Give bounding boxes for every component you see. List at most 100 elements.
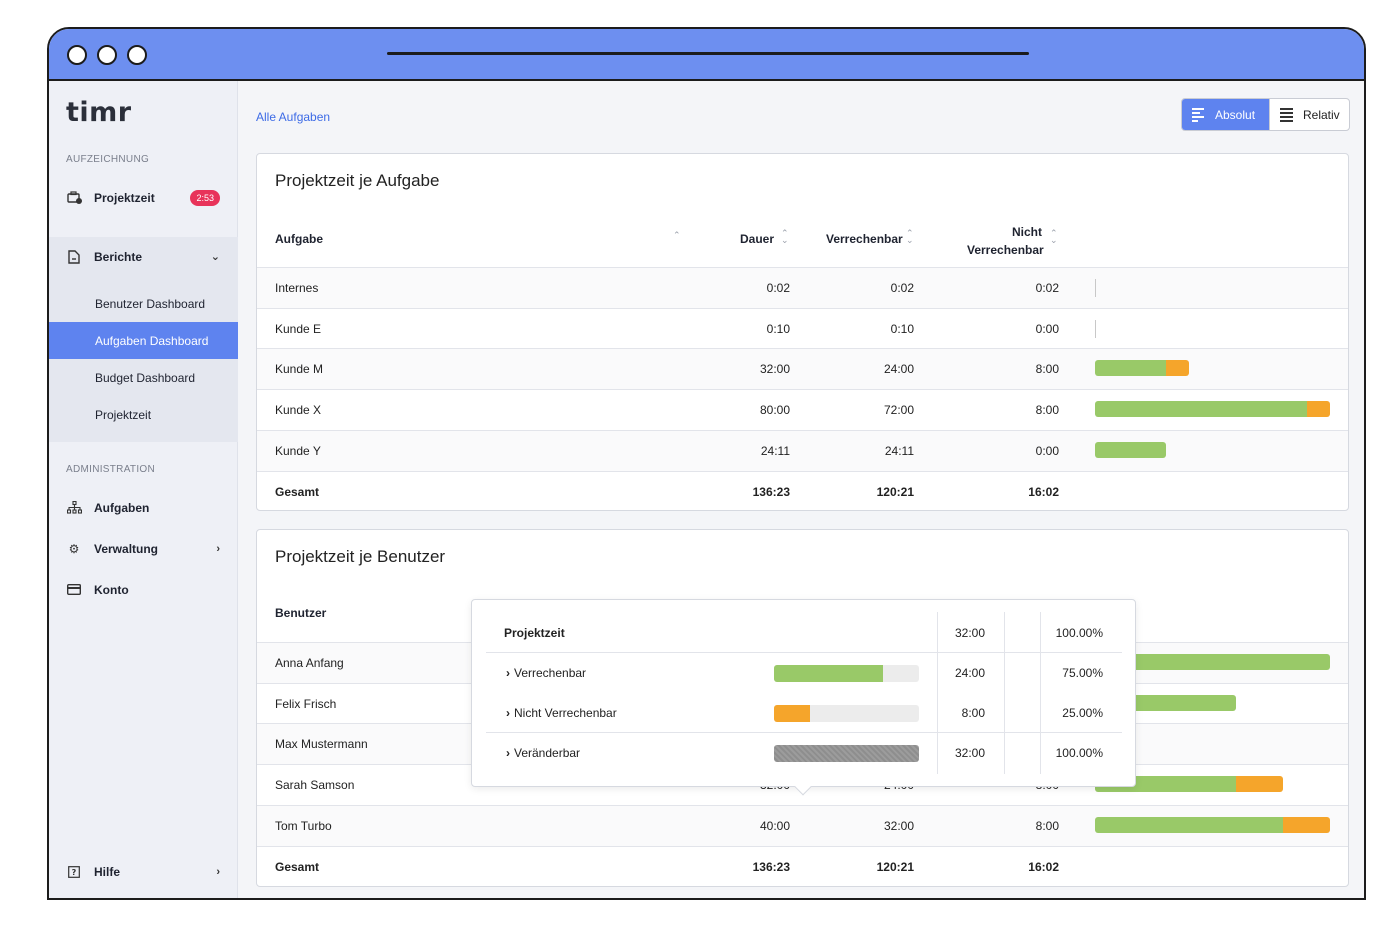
- popover-header-percent: 100.00%: [1055, 626, 1103, 640]
- popover-row-percent: 75.00%: [1062, 666, 1103, 680]
- toggle-relativ-button[interactable]: Relativ: [1269, 99, 1349, 130]
- popover-row-time: 32:00: [954, 746, 985, 760]
- row-dauer: 0:02: [766, 281, 790, 295]
- align-left-icon: [1192, 106, 1206, 124]
- sidebar-subitem-benutzer-dashboard[interactable]: Benutzer Dashboard: [49, 285, 238, 322]
- popover-row-text: Verrechenbar: [514, 666, 587, 680]
- sidebar-subitem-aufgaben-dashboard[interactable]: Aufgaben Dashboard: [49, 322, 238, 359]
- section-label-recording: AUFZEICHNUNG: [66, 154, 150, 165]
- nonbillable-segment: [1283, 816, 1330, 833]
- row-verrechenbar: 72:00: [883, 403, 914, 418]
- sidebar: timr AUFZEICHNUNG Projektzeit 2:53 Beric…: [49, 81, 238, 898]
- popover-row-bar: [774, 665, 919, 682]
- row-name: Kunde M: [275, 362, 324, 377]
- billable-segment: [1095, 441, 1167, 458]
- sidebar-item-hilfe[interactable]: ? Hilfe ›: [49, 853, 238, 890]
- row-name: Gesamt: [275, 484, 320, 499]
- duration-bar: [1095, 360, 1189, 377]
- popover-header-row: Projektzeit 32:00 100.00%: [486, 613, 1122, 653]
- nonbillable-segment: [1306, 401, 1330, 418]
- address-bar[interactable]: [387, 52, 1029, 55]
- sidebar-item-aufgaben[interactable]: Aufgaben: [49, 489, 238, 526]
- sort-asc-icon[interactable]: ⌃: [673, 231, 681, 240]
- table-row[interactable]: Kunde Y 24:11 24:11 0:00: [257, 429, 1348, 471]
- table-row[interactable]: Tom Turbo 40:00 32:00 8:00: [257, 804, 1348, 846]
- view-toggle: Absolut Relativ: [1181, 98, 1350, 131]
- popover-row[interactable]: › Veränderbar 32:00 100.00%: [486, 733, 1122, 773]
- popover-row-label: › Veränderbar: [506, 746, 580, 760]
- popover-row-bar: [774, 745, 919, 762]
- window-maximize-dot[interactable]: [127, 45, 147, 65]
- sidebar-item-konto[interactable]: Konto: [49, 571, 238, 608]
- billable-segment: [1095, 816, 1283, 833]
- logo[interactable]: timr: [66, 97, 132, 128]
- browser-window: timr AUFZEICHNUNG Projektzeit 2:53 Beric…: [47, 27, 1366, 900]
- duration-bar: [1095, 816, 1330, 833]
- popover-row-bar-fill: [774, 745, 919, 762]
- credit-card-icon: [66, 582, 82, 598]
- document-icon: [66, 249, 82, 265]
- table-row[interactable]: Kunde M 32:00 24:00 8:00: [257, 348, 1348, 390]
- hierarchy-icon: [66, 500, 82, 516]
- row-name: Kunde E: [275, 321, 322, 336]
- popover-row-bar: [774, 705, 919, 722]
- row-dauer: 0:10: [766, 321, 790, 336]
- column-header-aufgabe[interactable]: Aufgabe: [275, 232, 323, 246]
- row-name: Internes: [275, 281, 319, 295]
- column-header-nicht-verrechenbar[interactable]: Nicht Verrechenbar: [967, 223, 1044, 259]
- column-header-benutzer[interactable]: Benutzer: [275, 606, 326, 620]
- duration-bar: [1095, 319, 1096, 338]
- window-close-dot[interactable]: [67, 45, 87, 65]
- duration-bar: [1095, 441, 1167, 458]
- table-row[interactable]: Internes 0:02 0:02 0:02: [257, 267, 1348, 308]
- popover-row-percent: 25.00%: [1062, 706, 1103, 720]
- row-dauer: 136:23: [752, 484, 790, 499]
- svg-text:?: ?: [72, 868, 77, 877]
- toggle-relativ-label: Relativ: [1303, 107, 1340, 122]
- row-nicht-verrechenbar: 0:00: [1035, 321, 1059, 336]
- popover-row-time: 8:00: [961, 706, 985, 720]
- column-header-line: Nicht: [1012, 225, 1042, 239]
- row-nicht-verrechenbar: 16:02: [1028, 484, 1059, 499]
- row-name: Kunde X: [275, 403, 322, 418]
- popover-row[interactable]: › Nicht Verrechenbar 8:00 25.00%: [486, 693, 1122, 733]
- logo-text: timr: [66, 97, 132, 128]
- gear-icon: ⚙: [68, 541, 80, 556]
- window-minimize-dot[interactable]: [97, 45, 117, 65]
- row-dauer: 136:23: [752, 859, 790, 874]
- sidebar-item-berichte[interactable]: Berichte ⌄: [49, 238, 238, 275]
- row-name: Max Mustermann: [275, 737, 368, 752]
- sort-icon[interactable]: ⌃ ⌄: [906, 229, 914, 245]
- breadcrumb-alle-aufgaben[interactable]: Alle Aufgaben: [256, 110, 330, 124]
- column-header-dauer[interactable]: Dauer: [740, 232, 774, 246]
- duration-bar: [1095, 401, 1330, 418]
- row-nicht-verrechenbar: 8:00: [1035, 818, 1059, 833]
- sort-icon[interactable]: ⌃ ⌄: [781, 229, 789, 245]
- chevron-right-icon: ›: [506, 706, 510, 720]
- help-icon: ?: [66, 864, 82, 880]
- sidebar-item-projektzeit[interactable]: Projektzeit 2:53: [49, 179, 238, 216]
- sidebar-subitem-budget-dashboard[interactable]: Budget Dashboard: [49, 359, 238, 396]
- popover-row-text: Veränderbar: [514, 746, 581, 760]
- sort-icon[interactable]: ⌃ ⌄: [1050, 229, 1058, 245]
- table-row[interactable]: Kunde X 80:00 72:00 8:00: [257, 389, 1348, 430]
- toggle-absolut-button[interactable]: Absolut: [1182, 99, 1269, 130]
- popover-row-percent: 100.00%: [1055, 746, 1103, 760]
- task-time-card: Projektzeit je Aufgabe Aufgabe ⌃ Dauer ⌃…: [256, 153, 1349, 511]
- sidebar-item-label: Berichte: [94, 249, 143, 264]
- sidebar-item-label: Aufgaben: [94, 500, 150, 515]
- nonbillable-segment: [1165, 360, 1189, 377]
- row-verrechenbar: 24:00: [883, 362, 914, 377]
- row-name: Kunde Y: [275, 443, 321, 458]
- sidebar-subitem-projektzeit[interactable]: Projektzeit: [49, 396, 238, 433]
- popover-row-bar-fill: [774, 665, 883, 682]
- column-header-verrechenbar[interactable]: Verrechenbar: [826, 232, 903, 246]
- popover-row[interactable]: › Verrechenbar 24:00 75.00%: [486, 653, 1122, 693]
- popover-header-time: 32:00: [954, 626, 985, 640]
- row-name: Anna Anfang: [275, 656, 344, 670]
- toggle-absolut-label: Absolut: [1215, 107, 1256, 122]
- sidebar-item-label: Konto: [94, 582, 129, 597]
- sidebar-item-verwaltung[interactable]: ⚙ Verwaltung ›: [49, 530, 238, 567]
- table-row[interactable]: Kunde E 0:10 0:10 0:00: [257, 307, 1348, 349]
- column-header-line: Verrechenbar: [967, 243, 1044, 257]
